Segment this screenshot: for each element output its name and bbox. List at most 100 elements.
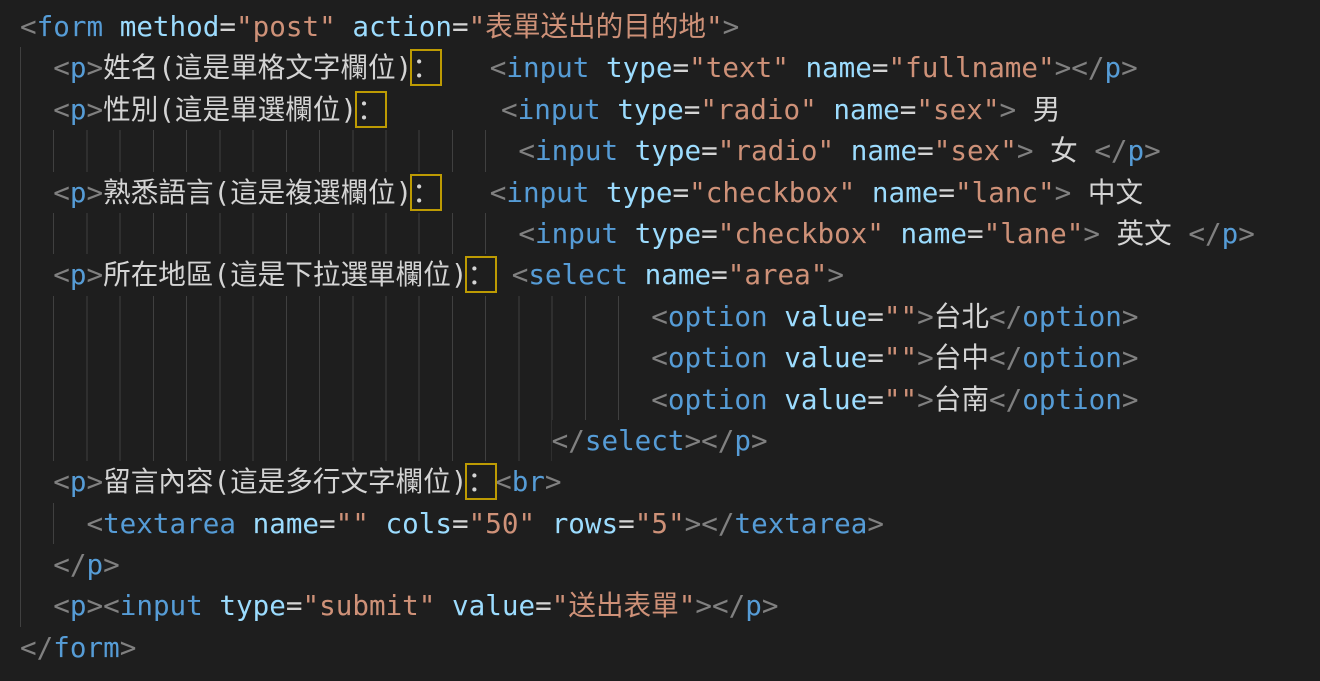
tag-punctuation: >: [86, 589, 103, 622]
whitespace: [834, 134, 851, 167]
indent-guides: [20, 544, 53, 585]
text-content: 英文: [1100, 217, 1188, 250]
tag-punctuation: <: [53, 176, 70, 209]
tag-name: input: [535, 134, 618, 167]
code-line[interactable]: <p>姓名(這是單格文字欄位)： <input type="text" name…: [20, 47, 1320, 88]
attribute-name: type: [635, 217, 701, 250]
attribute-name: method: [120, 10, 220, 43]
tag-punctuation: >: [1122, 341, 1139, 374]
string-value: "表單送出的目的地": [469, 10, 723, 43]
equals-sign: =: [867, 300, 884, 333]
attribute-name: name: [901, 217, 967, 250]
equals-sign: =: [535, 589, 552, 622]
whitespace: [236, 507, 253, 540]
indent-guides: [20, 585, 53, 626]
tag-punctuation: >: [917, 383, 934, 416]
string-value: "sex": [934, 134, 1017, 167]
attribute-name: name: [805, 51, 871, 84]
string-value: "sex": [916, 93, 999, 126]
code-line[interactable]: <p>性別(這是單選欄位)： <input type="radio" name=…: [20, 89, 1320, 130]
tag-name: p: [745, 589, 762, 622]
string-value: "50": [469, 507, 535, 540]
whitespace: [203, 589, 220, 622]
tag-punctuation: <: [53, 93, 70, 126]
code-line[interactable]: <p>留言內容(這是多行文字欄位)：<br>: [20, 461, 1320, 502]
code-line[interactable]: <form method="post" action="表單送出的目的地">: [20, 6, 1320, 47]
code-line[interactable]: <p>所在地區(這是下拉選單欄位)： <select name="area">: [20, 254, 1320, 295]
attribute-name: type: [617, 93, 683, 126]
string-value: "": [884, 383, 917, 416]
string-value: "post": [236, 10, 336, 43]
equals-sign: =: [618, 507, 635, 540]
equals-sign: =: [867, 383, 884, 416]
tag-name: input: [518, 93, 601, 126]
equals-sign: =: [701, 134, 718, 167]
tag-punctuation: <: [518, 134, 535, 167]
tag-punctuation: >: [1122, 383, 1139, 416]
tag-punctuation: </: [1071, 51, 1104, 84]
tag-punctuation: <: [103, 589, 120, 622]
string-value: "radio": [718, 134, 834, 167]
code-line[interactable]: </p>: [20, 544, 1320, 585]
tag-name: input: [535, 217, 618, 250]
code-line[interactable]: <option value="">台南</option>: [20, 379, 1320, 420]
indent-guides: [20, 172, 53, 213]
tag-name: p: [70, 258, 87, 291]
tag-punctuation: >: [1144, 134, 1161, 167]
equals-sign: =: [452, 10, 469, 43]
tag-name: p: [70, 589, 87, 622]
code-line[interactable]: <textarea name="" cols="50" rows="5"></t…: [20, 503, 1320, 544]
tag-punctuation: <: [53, 51, 70, 84]
tag-punctuation: >: [86, 93, 103, 126]
whitespace: [385, 93, 501, 126]
code-line[interactable]: <p>熟悉語言(這是複選欄位)： <input type="checkbox" …: [20, 172, 1320, 213]
attribute-name: name: [833, 93, 899, 126]
whitespace: [369, 507, 386, 540]
code-line[interactable]: <input type="radio" name="sex"> 女 </p>: [20, 130, 1320, 171]
whitespace: [589, 176, 606, 209]
tag-name: option: [1022, 383, 1122, 416]
tag-punctuation: >: [685, 507, 702, 540]
tag-name: option: [668, 300, 768, 333]
tag-punctuation: >: [1055, 51, 1072, 84]
code-line[interactable]: <p><input type="submit" value="送出表單"></p…: [20, 585, 1320, 626]
equals-sign: =: [286, 589, 303, 622]
string-value: "fullname": [889, 51, 1055, 84]
attribute-name: type: [606, 51, 672, 84]
tag-name: p: [70, 93, 87, 126]
indent-guides: [20, 379, 651, 420]
whitespace: [884, 217, 901, 250]
equals-sign: =: [872, 51, 889, 84]
code-line[interactable]: </select></p>: [20, 420, 1320, 461]
tag-punctuation: </: [989, 383, 1022, 416]
string-value: "area": [728, 258, 828, 291]
attribute-name: action: [352, 10, 452, 43]
code-editor-area[interactable]: <form method="post" action="表單送出的目的地"><p…: [0, 0, 1320, 681]
equals-sign: =: [900, 93, 917, 126]
whitespace: [768, 383, 785, 416]
tag-punctuation: >: [86, 176, 103, 209]
whitespace: [855, 176, 872, 209]
whitespace: [535, 507, 552, 540]
tag-name: option: [668, 341, 768, 374]
code-line[interactable]: <option value="">台中</option>: [20, 337, 1320, 378]
tag-name: form: [53, 631, 119, 664]
equals-sign: =: [319, 507, 336, 540]
code-line[interactable]: </form>: [20, 627, 1320, 668]
equals-sign: =: [867, 341, 884, 374]
tag-name: select: [528, 258, 628, 291]
tag-punctuation: >: [867, 507, 884, 540]
whitespace: [789, 51, 806, 84]
tag-name: input: [506, 176, 589, 209]
indent-guides: [20, 503, 86, 544]
tag-punctuation: <: [53, 258, 70, 291]
tag-punctuation: <: [20, 10, 37, 43]
tag-name: p: [70, 465, 87, 498]
code-line[interactable]: <input type="checkbox" name="lane"> 英文 <…: [20, 213, 1320, 254]
indent-guides: [20, 213, 518, 254]
tag-punctuation: >: [723, 10, 740, 43]
unicode-highlight-colon: ：: [467, 258, 495, 291]
tag-punctuation: </: [701, 424, 734, 457]
attribute-name: type: [606, 176, 672, 209]
code-line[interactable]: <option value="">台北</option>: [20, 296, 1320, 337]
